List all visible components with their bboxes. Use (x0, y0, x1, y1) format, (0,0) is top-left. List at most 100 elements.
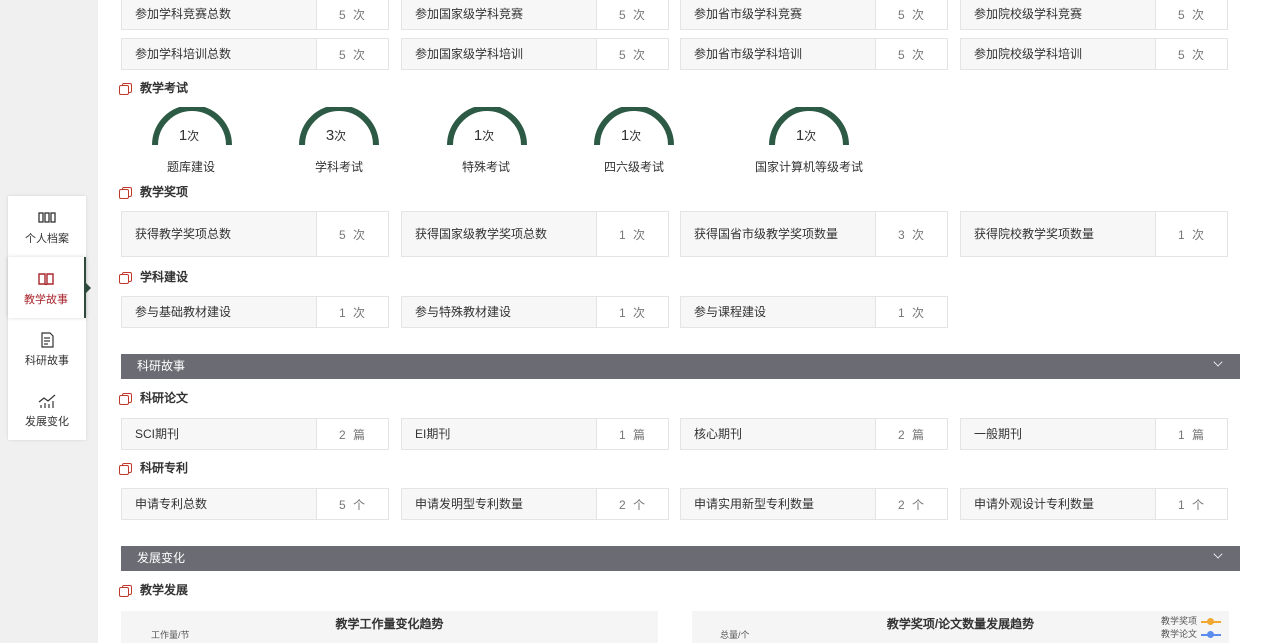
stat-cell: 参加国家级学科培训 5 次 (401, 38, 669, 70)
stat-cell: 申请专利总数 5 个 (121, 488, 389, 520)
legend-swatch (1201, 630, 1221, 638)
stat-label: 申请专利总数 (122, 489, 317, 519)
stat-label: 参加学科培训总数 (122, 39, 317, 69)
stat-label: 获得院校教学奖项数量 (961, 212, 1156, 256)
section-title-discipline: 学科建设 (119, 269, 188, 285)
stat-label: 参加省市级学科竞赛 (681, 0, 876, 29)
chevron-down-icon[interactable] (1213, 357, 1223, 367)
stat-label: 申请外观设计专利数量 (961, 489, 1156, 519)
stat-value: 5 个 (338, 497, 367, 512)
stat-label: 参加院校级学科竞赛 (961, 0, 1156, 29)
sidebar-item-label: 个人档案 (25, 233, 69, 245)
section-bar-research[interactable]: 科研故事 (121, 354, 1240, 379)
stat-cell: 参与基础教材建设 1 次 (121, 296, 389, 328)
stat-value: 1 篇 (618, 427, 647, 442)
section-bar-development[interactable]: 发展变化 (121, 546, 1240, 571)
stat-label: 申请发明型专利数量 (402, 489, 597, 519)
stat-value: 2 篇 (897, 427, 926, 442)
stat-cell: 获得教学奖项总数 5 次 (121, 211, 389, 257)
sidebar-item-label: 发展变化 (25, 416, 69, 428)
stat-label: 一般期刊 (961, 419, 1156, 449)
stat-label: 获得教学奖项总数 (122, 212, 317, 256)
stat-value: 5 次 (1177, 47, 1206, 62)
sidebar-item-profile[interactable]: 个人档案 (8, 196, 86, 257)
side-nav: 个人档案 教学故事 科研故事 发展变化 (8, 196, 86, 440)
stat-value: 3 次 (897, 227, 926, 242)
sidebar-item-research[interactable]: 科研故事 (8, 318, 86, 379)
stat-label: 参加学科竞赛总数 (122, 0, 317, 29)
stat-cell: 参与课程建设 1 次 (680, 296, 948, 328)
legend-item[interactable]: 教学论文 (1161, 627, 1221, 640)
stat-value: 5 次 (1177, 7, 1206, 22)
section-title-awards: 教学奖项 (119, 184, 188, 200)
stat-label: 参加院校级学科培训 (961, 39, 1156, 69)
stat-value: 5 次 (338, 47, 367, 62)
stat-cell: SCI期刊 2 篇 (121, 418, 389, 450)
section-title-exam: 教学考试 (119, 80, 188, 96)
stat-value: 1 次 (338, 305, 367, 320)
stat-cell: 参加国家级学科竞赛 5 次 (401, 0, 669, 30)
section-title-teaching-development: 教学发展 (119, 582, 188, 598)
chevron-down-icon[interactable] (1213, 549, 1223, 559)
chart-y-label: 总量/个 (720, 630, 750, 640)
stat-cell: 参加院校级学科竞赛 5 次 (960, 0, 1228, 30)
stat-value: 1 个 (1177, 497, 1206, 512)
stat-value: 2 个 (618, 497, 647, 512)
copy-icon (119, 187, 132, 199)
copy-icon (119, 463, 132, 475)
stat-label: 参加省市级学科培训 (681, 39, 876, 69)
stat-value: 1 次 (618, 227, 647, 242)
stat-cell: 获得国家级教学奖项总数 1 次 (401, 211, 669, 257)
stat-label: 参加国家级学科竞赛 (402, 0, 597, 29)
sidebar-item-teaching[interactable]: 教学故事 (8, 257, 86, 318)
chart-awards-papers-trend: 教学奖项/论文数量发展趋势 总量/个 教学奖项 教学论文 (692, 611, 1229, 643)
stat-value: 5 次 (897, 47, 926, 62)
gauge-label: 四六级考试 (603, 160, 664, 174)
sidebar-item-label: 教学故事 (24, 294, 68, 306)
stat-cell: 参加省市级学科培训 5 次 (680, 38, 948, 70)
stat-cell: 参加院校级学科培训 5 次 (960, 38, 1228, 70)
legend-item[interactable]: 教学奖项 (1161, 614, 1221, 627)
stat-label: 参与课程建设 (681, 297, 876, 327)
stat-cell: 一般期刊 1 篇 (960, 418, 1228, 450)
document-icon (41, 332, 54, 348)
stat-cell: 获得院校教学奖项数量 1 次 (960, 211, 1228, 257)
stat-value: 5 次 (618, 47, 647, 62)
stat-value: 1 次 (897, 305, 926, 320)
section-title-papers: 科研论文 (119, 390, 188, 406)
stat-cell: 参加学科培训总数 5 次 (121, 38, 389, 70)
copy-icon (119, 393, 132, 405)
stat-label: 获得国家级教学奖项总数 (402, 212, 597, 256)
copy-icon (119, 83, 132, 95)
stat-label: 参与特殊教材建设 (402, 297, 597, 327)
stat-cell: 参与特殊教材建设 1 次 (401, 296, 669, 328)
chart-title: 教学奖项/论文数量发展趋势 (886, 617, 1035, 631)
stat-value: 5 次 (618, 7, 647, 22)
chart-y-label: 工作量/节 (151, 630, 190, 640)
gauge-label: 国家计算机等级考试 (754, 160, 863, 174)
stat-label: 获得国省市级教学奖项数量 (681, 212, 876, 256)
stat-value: 1 次 (1177, 227, 1206, 242)
stat-label: 核心期刊 (681, 419, 876, 449)
bars-icon (38, 212, 56, 223)
stat-cell: 参加学科竞赛总数 5 次 (121, 0, 389, 30)
active-indicator-arrow (86, 283, 91, 293)
stat-label: 申请实用新型专利数量 (681, 489, 876, 519)
copy-icon (119, 585, 132, 597)
chart-title: 教学工作量变化趋势 (335, 617, 444, 631)
chart-workload-trend: 教学工作量变化趋势 工作量/节 (121, 611, 658, 643)
stat-label: SCI期刊 (122, 419, 317, 449)
stat-cell: 申请外观设计专利数量 1 个 (960, 488, 1228, 520)
sidebar-item-development[interactable]: 发展变化 (8, 379, 86, 440)
section-title-patents: 科研专利 (119, 460, 188, 476)
stat-value: 5 次 (338, 227, 367, 242)
stat-label: EI期刊 (402, 419, 597, 449)
trend-chart-icon (38, 394, 56, 408)
stat-cell: EI期刊 1 篇 (401, 418, 669, 450)
sidebar-item-label: 科研故事 (25, 355, 69, 367)
stat-cell: 参加省市级学科竞赛 5 次 (680, 0, 948, 30)
stat-cell: 获得国省市级教学奖项数量 3 次 (680, 211, 948, 257)
stat-cell: 申请发明型专利数量 2 个 (401, 488, 669, 520)
stat-value: 2 篇 (338, 427, 367, 442)
stat-value: 1 次 (618, 305, 647, 320)
